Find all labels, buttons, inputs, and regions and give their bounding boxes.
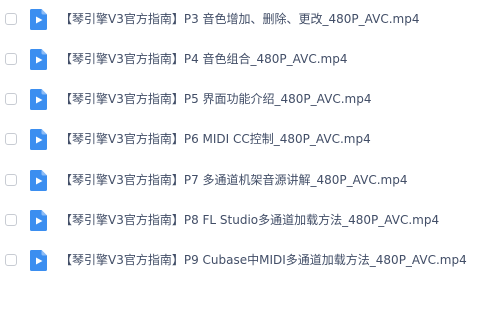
file-checkbox[interactable]	[5, 93, 17, 105]
file-checkbox[interactable]	[5, 174, 17, 186]
file-checkbox[interactable]	[5, 13, 17, 25]
file-row[interactable]: 【琴引擎V3官方指南】P5 界面功能介绍_480P_AVC.mp4	[0, 80, 486, 120]
video-file-icon	[30, 250, 47, 271]
file-checkbox[interactable]	[5, 133, 17, 145]
file-row[interactable]: 【琴引擎V3官方指南】P7 多通道机架音源讲解_480P_AVC.mp4	[0, 161, 486, 201]
file-name[interactable]: 【琴引擎V3官方指南】P8 FL Studio多通道加载方法_480P_AVC.…	[60, 211, 439, 229]
video-file-icon	[30, 9, 47, 30]
file-checkbox[interactable]	[5, 214, 17, 226]
file-row[interactable]: 【琴引擎V3官方指南】P6 MIDI CC控制_480P_AVC.mp4	[0, 120, 486, 160]
video-file-icon	[30, 49, 47, 70]
video-file-icon	[30, 170, 47, 191]
file-row[interactable]: 【琴引擎V3官方指南】P4 音色组合_480P_AVC.mp4	[0, 40, 486, 80]
file-row[interactable]: 【琴引擎V3官方指南】P9 Cubase中MIDI多通道加载方法_480P_AV…	[0, 241, 486, 281]
video-file-icon	[30, 210, 47, 231]
video-file-icon	[30, 89, 47, 110]
file-name[interactable]: 【琴引擎V3官方指南】P6 MIDI CC控制_480P_AVC.mp4	[60, 130, 371, 148]
file-name[interactable]: 【琴引擎V3官方指南】P4 音色组合_480P_AVC.mp4	[60, 50, 347, 68]
video-file-icon	[30, 129, 47, 150]
file-list: 【琴引擎V3官方指南】P3 音色增加、删除、更改_480P_AVC.mp4 【琴…	[0, 0, 486, 309]
file-row[interactable]: 【琴引擎V3官方指南】P8 FL Studio多通道加载方法_480P_AVC.…	[0, 201, 486, 241]
file-name[interactable]: 【琴引擎V3官方指南】P9 Cubase中MIDI多通道加载方法_480P_AV…	[60, 251, 467, 269]
file-checkbox[interactable]	[5, 254, 17, 266]
file-name[interactable]: 【琴引擎V3官方指南】P3 音色增加、删除、更改_480P_AVC.mp4	[60, 10, 419, 28]
file-row[interactable]: 【琴引擎V3官方指南】P3 音色增加、删除、更改_480P_AVC.mp4	[0, 0, 486, 40]
file-checkbox[interactable]	[5, 53, 17, 65]
file-name[interactable]: 【琴引擎V3官方指南】P5 界面功能介绍_480P_AVC.mp4	[60, 90, 371, 108]
file-name[interactable]: 【琴引擎V3官方指南】P7 多通道机架音源讲解_480P_AVC.mp4	[60, 171, 407, 189]
